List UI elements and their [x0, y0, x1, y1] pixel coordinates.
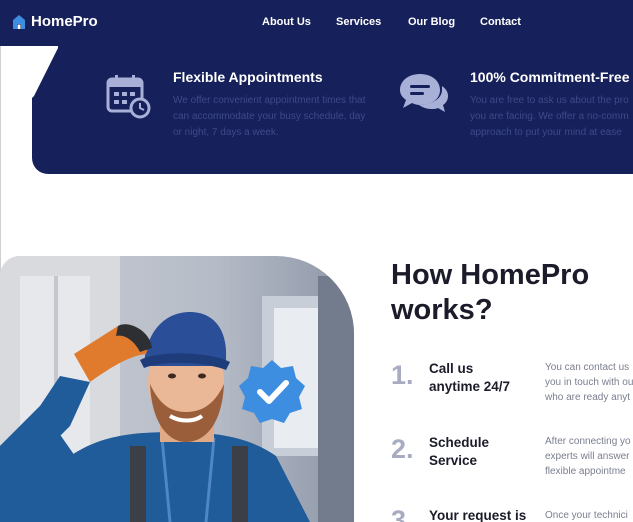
step-3-number: 3. [391, 505, 414, 522]
feature-title-flexible: Flexible Appointments [173, 69, 323, 85]
how-it-works-title: How HomePro works? [391, 259, 590, 326]
technician-photo [0, 256, 354, 522]
step-3-title: Your request is [429, 508, 527, 522]
nav-contact[interactable]: Contact [480, 16, 521, 28]
feature-desc-commitment: You are free to ask us about the pro you… [470, 95, 629, 138]
brand-name: HomePro [31, 13, 98, 30]
technician-hero-image [0, 256, 354, 522]
nav-services[interactable]: Services [336, 16, 381, 28]
brand-logo[interactable]: HomePro [12, 13, 98, 30]
step-1-title: Call us anytime 24/7 [429, 361, 511, 394]
nav-about-us[interactable]: About Us [262, 16, 311, 28]
step-2-title: Schedule Service [429, 435, 490, 468]
feature-title-commitment: 100% Commitment-Free [470, 69, 630, 85]
feature-desc-flexible: We offer convenient appointment times th… [173, 95, 366, 138]
step-2-desc: After connecting yo experts will answer … [545, 436, 631, 477]
calendar-clock-icon [106, 75, 151, 119]
step-1-desc: You can contact us you in touch with ou … [545, 362, 633, 403]
house-icon [13, 14, 25, 29]
chat-bubbles-icon [400, 74, 448, 112]
nav-our-blog[interactable]: Our Blog [408, 16, 455, 28]
corner-notch [32, 46, 58, 98]
step-1-number: 1. [391, 360, 414, 390]
step-2-number: 2. [391, 434, 414, 464]
top-navbar: HomePro About Us Services Our Blog Conta… [0, 0, 633, 46]
step-3-desc: Once your technici [545, 510, 628, 521]
